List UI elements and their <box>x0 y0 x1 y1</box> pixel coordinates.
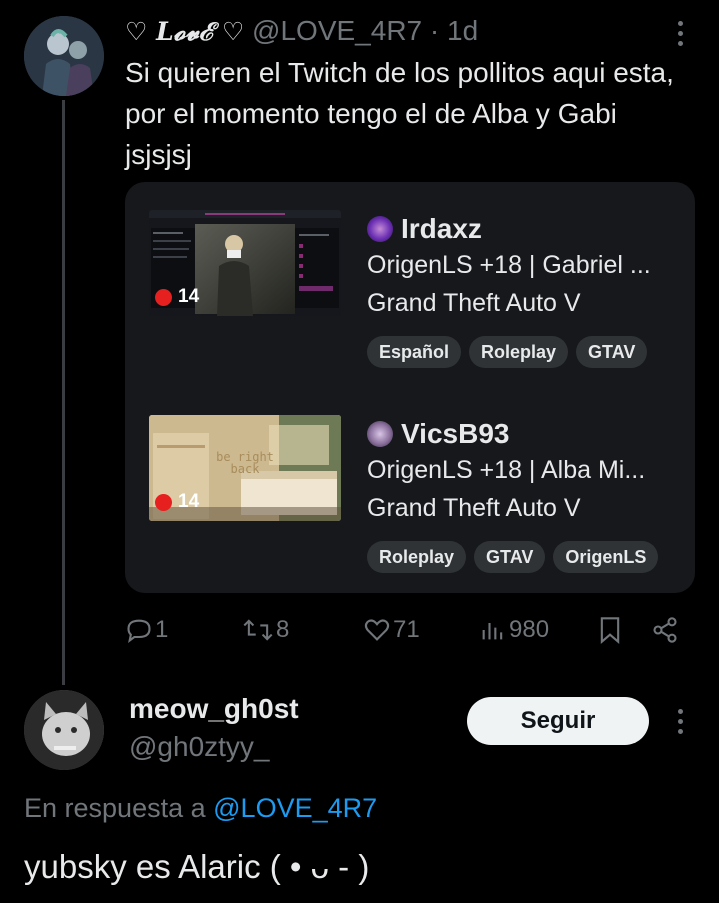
view-count: 980 <box>509 616 550 643</box>
reply-context: En respuesta a @LOVE_4R7 <box>24 790 377 826</box>
bookmark-icon <box>600 617 620 644</box>
channel-avatar-icon <box>367 216 393 242</box>
views-button[interactable]: 980 <box>479 610 549 650</box>
repost-button[interactable]: 8 <box>242 610 289 650</box>
repost-icon <box>243 619 273 641</box>
stream-game: Grand Theft Auto V <box>367 494 581 522</box>
thread-connector <box>62 100 65 685</box>
more-options-icon[interactable] <box>667 703 693 739</box>
tweet-text: yubsky es Alaric ( • ᴗ - ) <box>24 848 370 885</box>
overlay-text: be right back <box>216 450 274 476</box>
stream-title: OrigenLS +18 | Gabriel ... <box>367 251 651 279</box>
twitch-card[interactable]: 14 Irdaxz OrigenLS +18 | Gabriel ... Gra… <box>125 182 695 593</box>
live-dot-icon <box>155 493 172 511</box>
stream-thumbnail[interactable]: 14 <box>149 210 341 316</box>
channel-name[interactable]: VicsB93 <box>401 417 509 451</box>
stream-info[interactable]: VicsB93 OrigenLS +18 | Alba Mi... Grand … <box>367 417 687 573</box>
bookmark-button[interactable] <box>597 610 623 650</box>
reply-button[interactable]: 1 <box>125 610 168 650</box>
stream-game: Grand Theft Auto V <box>367 289 581 317</box>
viewer-count: 14 <box>178 491 200 512</box>
like-count: 71 <box>393 616 420 643</box>
tag[interactable]: Roleplay <box>469 336 569 368</box>
viewer-count-badge: 14 <box>155 491 199 513</box>
handle[interactable]: @gh0ztyy_ <box>129 730 270 764</box>
stream-title: OrigenLS +18 | Alba Mi... <box>367 456 646 484</box>
share-icon <box>653 617 677 643</box>
tweet-actions: 1 8 71 980 <box>125 610 685 650</box>
avatar-art <box>24 16 104 96</box>
avatar[interactable] <box>24 690 104 770</box>
display-name[interactable]: ♡ L𝓸𝓿ℰ ♡ <box>125 17 244 46</box>
avatar[interactable] <box>24 16 104 96</box>
stream-tags: Roleplay GTAV OrigenLS <box>367 541 687 573</box>
like-button[interactable]: 71 <box>363 610 420 650</box>
tweet-header: ♡ L𝓸𝓿ℰ ♡ @LOVE_4R7 · 1d <box>125 14 478 49</box>
tag[interactable]: OrigenLS <box>553 541 659 573</box>
channel-name[interactable]: Irdaxz <box>401 212 482 246</box>
repost-count: 8 <box>276 616 290 643</box>
stream-thumbnail[interactable]: be right back 14 <box>149 415 341 521</box>
handle[interactable]: @LOVE_4R7 <box>252 15 422 46</box>
views-chart-icon <box>482 623 503 640</box>
tag[interactable]: Español <box>367 336 462 368</box>
viewer-count: 14 <box>178 286 200 307</box>
reply-count: 1 <box>155 616 169 643</box>
reply-mention-link[interactable]: @LOVE_4R7 <box>213 793 377 823</box>
timestamp[interactable]: 1d <box>447 15 478 46</box>
avatar-art <box>24 690 104 770</box>
viewer-count-badge: 14 <box>155 286 199 308</box>
channel-avatar-icon <box>367 421 393 447</box>
tag[interactable]: Roleplay <box>367 541 467 573</box>
follow-button[interactable]: Seguir <box>467 697 649 745</box>
display-name[interactable]: meow_gh0st <box>129 692 299 726</box>
tag[interactable]: GTAV <box>576 336 648 368</box>
share-button[interactable] <box>651 610 679 650</box>
tweet-text: Si quieren el Twitch de los pollitos aqu… <box>125 57 674 170</box>
reply-icon <box>127 619 151 643</box>
separator: · <box>429 15 440 46</box>
reply-prefix: En respuesta a <box>24 793 206 823</box>
stream-tags: Español Roleplay GTAV <box>367 336 687 368</box>
live-dot-icon <box>155 288 172 306</box>
more-options-icon[interactable] <box>667 15 693 51</box>
stream-info[interactable]: Irdaxz OrigenLS +18 | Gabriel ... Grand … <box>367 212 687 368</box>
heart-icon <box>364 619 390 641</box>
tag[interactable]: GTAV <box>474 541 546 573</box>
